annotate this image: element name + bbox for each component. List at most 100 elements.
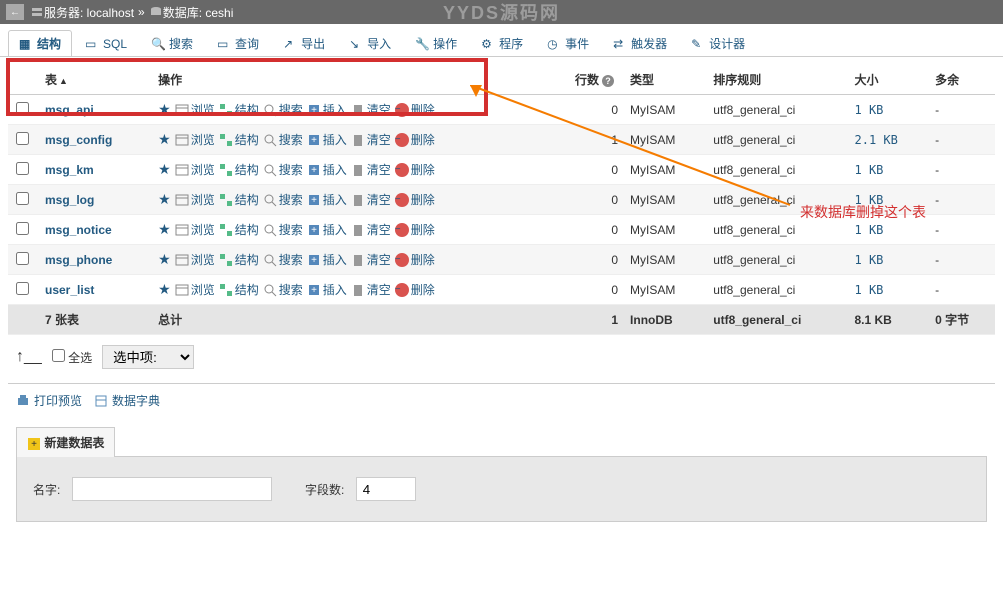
- tab-structure[interactable]: ▦结构: [8, 30, 72, 56]
- row-count: 0: [547, 155, 622, 185]
- tab-operations[interactable]: 🔧操作: [404, 30, 468, 56]
- row-checkbox[interactable]: [16, 192, 29, 205]
- table-link[interactable]: msg_config: [45, 133, 112, 147]
- col-table[interactable]: 表▲: [37, 65, 150, 95]
- row-checkbox[interactable]: [16, 162, 29, 175]
- search-action[interactable]: 搜索: [263, 131, 303, 148]
- data-dict-link[interactable]: 数据字典: [94, 392, 160, 409]
- structure-action[interactable]: 结构: [219, 281, 259, 298]
- empty-action[interactable]: 清空: [351, 131, 391, 148]
- drop-icon: −: [395, 283, 409, 297]
- tab-sql[interactable]: ▭SQL: [74, 30, 138, 56]
- browse-action[interactable]: 浏览: [175, 131, 215, 148]
- favorite-icon[interactable]: ★: [158, 281, 171, 298]
- tab-triggers[interactable]: ⇄触发器: [602, 30, 678, 56]
- search-action[interactable]: 搜索: [263, 191, 303, 208]
- drop-action[interactable]: −删除: [395, 161, 435, 178]
- tab-import[interactable]: ↘导入: [338, 30, 402, 56]
- favorite-icon[interactable]: ★: [158, 101, 171, 118]
- insert-action[interactable]: +插入: [307, 251, 347, 268]
- table-link[interactable]: msg_phone: [45, 253, 112, 267]
- structure-action[interactable]: 结构: [219, 101, 259, 118]
- drop-action[interactable]: −删除: [395, 251, 435, 268]
- col-overhead[interactable]: 多余: [927, 65, 995, 95]
- tab-export[interactable]: ↗导出: [272, 30, 336, 56]
- structure-action[interactable]: 结构: [219, 251, 259, 268]
- browse-action[interactable]: 浏览: [175, 281, 215, 298]
- tab-designer[interactable]: ✎设计器: [680, 30, 756, 56]
- browse-action[interactable]: 浏览: [175, 191, 215, 208]
- empty-action[interactable]: 清空: [351, 251, 391, 268]
- search-action[interactable]: 搜索: [263, 161, 303, 178]
- drop-action[interactable]: −删除: [395, 101, 435, 118]
- insert-action[interactable]: +插入: [307, 221, 347, 238]
- tab-events[interactable]: ◷事件: [536, 30, 600, 56]
- bulk-action-select[interactable]: 选中项:: [102, 345, 194, 369]
- row-checkbox[interactable]: [16, 102, 29, 115]
- structure-action[interactable]: 结构: [219, 131, 259, 148]
- browse-action[interactable]: 浏览: [175, 221, 215, 238]
- favorite-icon[interactable]: ★: [158, 251, 171, 268]
- empty-action[interactable]: 清空: [351, 191, 391, 208]
- col-type[interactable]: 类型: [622, 65, 705, 95]
- print-preview-link[interactable]: 打印预览: [16, 392, 82, 409]
- events-icon: ◷: [547, 37, 561, 51]
- favorite-icon[interactable]: ★: [158, 221, 171, 238]
- col-collation[interactable]: 排序规则: [705, 65, 846, 95]
- structure-action[interactable]: 结构: [219, 191, 259, 208]
- col-rows[interactable]: 行数?: [547, 65, 622, 95]
- row-checkbox[interactable]: [16, 252, 29, 265]
- insert-action[interactable]: +插入: [307, 101, 347, 118]
- structure-action[interactable]: 结构: [219, 221, 259, 238]
- empty-action[interactable]: 清空: [351, 101, 391, 118]
- tab-query[interactable]: ▭查询: [206, 30, 270, 56]
- table-link[interactable]: msg_log: [45, 193, 94, 207]
- favorite-icon[interactable]: ★: [158, 191, 171, 208]
- table-link[interactable]: user_list: [45, 283, 94, 297]
- empty-action[interactable]: 清空: [351, 221, 391, 238]
- empty-action[interactable]: 清空: [351, 281, 391, 298]
- empty-icon: [351, 163, 365, 177]
- help-icon[interactable]: ?: [602, 75, 614, 87]
- favorite-icon[interactable]: ★: [158, 131, 171, 148]
- drop-icon: −: [395, 103, 409, 117]
- browse-icon: [175, 103, 189, 117]
- row-checkbox[interactable]: [16, 222, 29, 235]
- empty-action[interactable]: 清空: [351, 161, 391, 178]
- drop-action[interactable]: −删除: [395, 221, 435, 238]
- check-all-label[interactable]: 全选: [52, 349, 92, 366]
- drop-action[interactable]: −删除: [395, 131, 435, 148]
- back-icon[interactable]: ←: [6, 4, 24, 20]
- insert-action[interactable]: +插入: [307, 131, 347, 148]
- insert-action[interactable]: +插入: [307, 161, 347, 178]
- svg-text:+: +: [31, 439, 37, 450]
- insert-action[interactable]: +插入: [307, 281, 347, 298]
- structure-icon: [219, 283, 233, 297]
- new-table-icon: +: [27, 437, 41, 451]
- row-checkbox[interactable]: [16, 282, 29, 295]
- browse-action[interactable]: 浏览: [175, 101, 215, 118]
- browse-action[interactable]: 浏览: [175, 251, 215, 268]
- table-link[interactable]: msg_notice: [45, 223, 112, 237]
- check-all-checkbox[interactable]: [52, 349, 65, 362]
- search-action[interactable]: 搜索: [263, 101, 303, 118]
- server-link[interactable]: 服务器: localhost: [44, 4, 134, 21]
- favorite-icon[interactable]: ★: [158, 161, 171, 178]
- structure-action[interactable]: 结构: [219, 161, 259, 178]
- column-count-input[interactable]: [356, 477, 416, 501]
- row-checkbox[interactable]: [16, 132, 29, 145]
- table-link[interactable]: msg_api: [45, 103, 94, 117]
- tab-routines[interactable]: ⚙程序: [470, 30, 534, 56]
- drop-action[interactable]: −删除: [395, 281, 435, 298]
- browse-action[interactable]: 浏览: [175, 161, 215, 178]
- drop-action[interactable]: −删除: [395, 191, 435, 208]
- table-link[interactable]: msg_km: [45, 163, 94, 177]
- insert-action[interactable]: +插入: [307, 191, 347, 208]
- col-size[interactable]: 大小: [847, 65, 928, 95]
- search-action[interactable]: 搜索: [263, 251, 303, 268]
- database-link[interactable]: 数据库: ceshi: [163, 4, 234, 21]
- search-action[interactable]: 搜索: [263, 221, 303, 238]
- tab-search[interactable]: 🔍搜索: [140, 30, 204, 56]
- table-name-input[interactable]: [72, 477, 272, 501]
- search-action[interactable]: 搜索: [263, 281, 303, 298]
